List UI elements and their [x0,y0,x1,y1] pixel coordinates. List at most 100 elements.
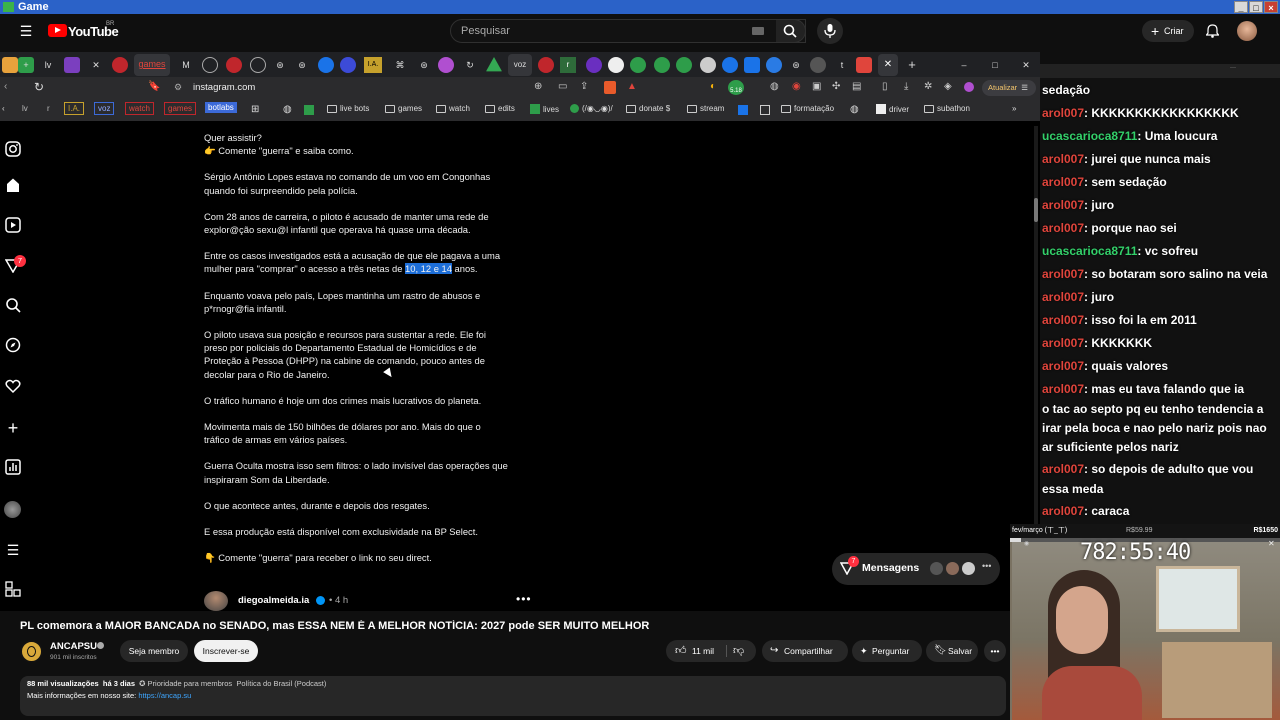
chat-options-icon[interactable]: — [1040,65,1280,73]
chat-username[interactable]: arol007 [1042,462,1084,476]
update-button[interactable]: Atualizar ☰ [982,80,1036,96]
channel-name[interactable]: ANCAPSU [50,641,97,652]
extension-icon-4[interactable]: ▤ [852,81,861,92]
bookmark-games[interactable]: games [164,102,197,115]
dislike-icon[interactable]: 👎︎ [733,640,744,662]
tab-brave[interactable] [856,57,872,73]
bookmark-live-bots[interactable]: live bots [327,104,369,113]
tab-mute[interactable]: ✕ [88,57,104,73]
threads-icon[interactable] [4,581,22,599]
bookmark-botlabs[interactable]: botlabs [205,102,237,113]
bookmark-driver[interactable]: driver [876,104,909,114]
maximize-button[interactable]: □ [1249,1,1263,13]
home-icon[interactable] [4,177,22,195]
tab-openai-4[interactable]: ⊛ [788,57,804,73]
tab-discord[interactable]: ⌘ [392,57,408,73]
extensions-icon[interactable]: ✲ [924,81,932,92]
youtube-logo-icon[interactable] [48,24,67,37]
chat-username[interactable]: arol007 [1042,198,1084,212]
minimize-button[interactable]: _ [1234,1,1248,13]
bookmark-green-icon[interactable] [304,105,314,115]
apps-grid-icon[interactable]: ⊞ [251,104,259,115]
bell-icon[interactable] [1206,24,1219,38]
extension-badge[interactable]: 5.18 [728,80,744,95]
avatar[interactable] [1237,21,1257,41]
profile-icon[interactable] [964,82,974,92]
scrollbar-thumb[interactable] [1034,198,1038,222]
close-button[interactable]: × [1264,1,1278,13]
tab-globe[interactable] [318,57,334,73]
tab-twitch[interactable] [64,57,80,73]
messages-button[interactable]: 7 Mensagens ••• [832,553,1000,585]
bookmark-voz[interactable]: voz [94,102,115,115]
bookmark-ia[interactable]: I.A. [64,102,85,115]
keyboard-icon[interactable] [752,27,764,35]
explore-icon[interactable] [4,337,22,355]
bookmark-emoticon[interactable]: (/◉◡◉)/ [570,104,613,113]
like-count[interactable]: 11 mil [692,640,714,662]
tab-games[interactable]: games [134,54,170,76]
cast-icon[interactable]: ▭ [558,81,567,92]
heart-icon[interactable] [4,378,22,396]
chat-username[interactable]: arol007 [1042,175,1084,189]
tab-openai-3[interactable]: ⊛ [416,57,432,73]
author-avatar[interactable] [204,591,228,611]
browser-minimize-button[interactable]: – [956,57,972,73]
bookmark-lv[interactable]: lv [22,104,28,113]
bookmark-games-folder[interactable]: games [385,104,422,113]
overlay-close-icon[interactable]: ✕ [1268,539,1275,548]
puzzle-icon[interactable]: ✣ [832,81,840,92]
tab-blue-2[interactable] [744,57,760,73]
tab-white[interactable] [608,57,624,73]
join-button[interactable]: Seja membro [120,640,188,662]
chat-username[interactable]: arol007 [1042,313,1084,327]
tab-youtube[interactable] [112,57,128,73]
more-actions-button[interactable]: ••• [984,640,1006,662]
create-button[interactable]: + Criar [1142,20,1194,42]
bookmark-arrow[interactable]: ‹ [2,104,5,113]
bookmark-edits-folder[interactable]: edits [485,104,515,113]
bookmark-watch-folder[interactable]: watch [436,104,470,113]
tab-r[interactable]: r [560,57,576,73]
voice-search-button[interactable] [817,18,843,44]
tab-blue-3[interactable] [766,57,782,73]
more-menu-icon[interactable]: ☰ [4,541,22,559]
tab-sheets[interactable]: + [18,57,34,73]
profile-avatar[interactable] [4,501,21,518]
tab-openai-2[interactable]: ⊛ [294,57,310,73]
tab-blue[interactable] [722,57,738,73]
extension-icon[interactable]: ◐ [710,81,716,92]
browser-close-button[interactable]: ✕ [1018,57,1034,73]
subscribe-button[interactable]: Inscrever-se [194,640,258,662]
create-post-icon[interactable]: + [4,419,22,437]
bookmark-donate[interactable]: donate $ [626,104,670,113]
description-link[interactable]: https://ancap.su [138,691,191,700]
tab-green[interactable] [630,57,646,73]
tab-drive[interactable] [486,57,502,72]
tab-violet[interactable] [586,57,602,73]
sidebar-toggle-icon[interactable]: ▯ [882,81,888,92]
tab-voz[interactable]: voz [508,54,532,76]
reels-icon[interactable] [4,217,22,235]
instagram-logo-icon[interactable] [4,141,22,159]
tab-green-3[interactable] [676,57,692,73]
bookmark-stream[interactable]: stream [687,104,724,113]
post-options-icon[interactable]: ••• [516,592,532,606]
chat-username[interactable]: arol007 [1042,359,1084,373]
new-tab-button[interactable]: + [904,57,920,73]
extension-icon-2[interactable]: ◍ [770,81,779,92]
bookmark-r[interactable]: r [47,104,50,113]
dashboard-icon[interactable] [4,459,22,477]
selected-text[interactable]: 10, 12 e 14 [405,263,452,275]
ask-button[interactable]: ✦ Perguntar [852,640,922,662]
tab-grey[interactable] [700,57,716,73]
site-info-icon[interactable]: ⚙ [174,82,182,93]
vpn-icon[interactable]: ◈ [944,81,952,92]
tab-t[interactable]: t [834,57,850,73]
tab-circle-2[interactable] [250,57,266,73]
record-icon[interactable]: ◉ [792,81,801,92]
search-button[interactable] [776,19,806,43]
bookmark-subathon[interactable]: subathon [924,104,970,113]
bookmark-blue-icon[interactable] [738,105,748,115]
zoom-icon[interactable]: ⊕ [534,81,542,92]
